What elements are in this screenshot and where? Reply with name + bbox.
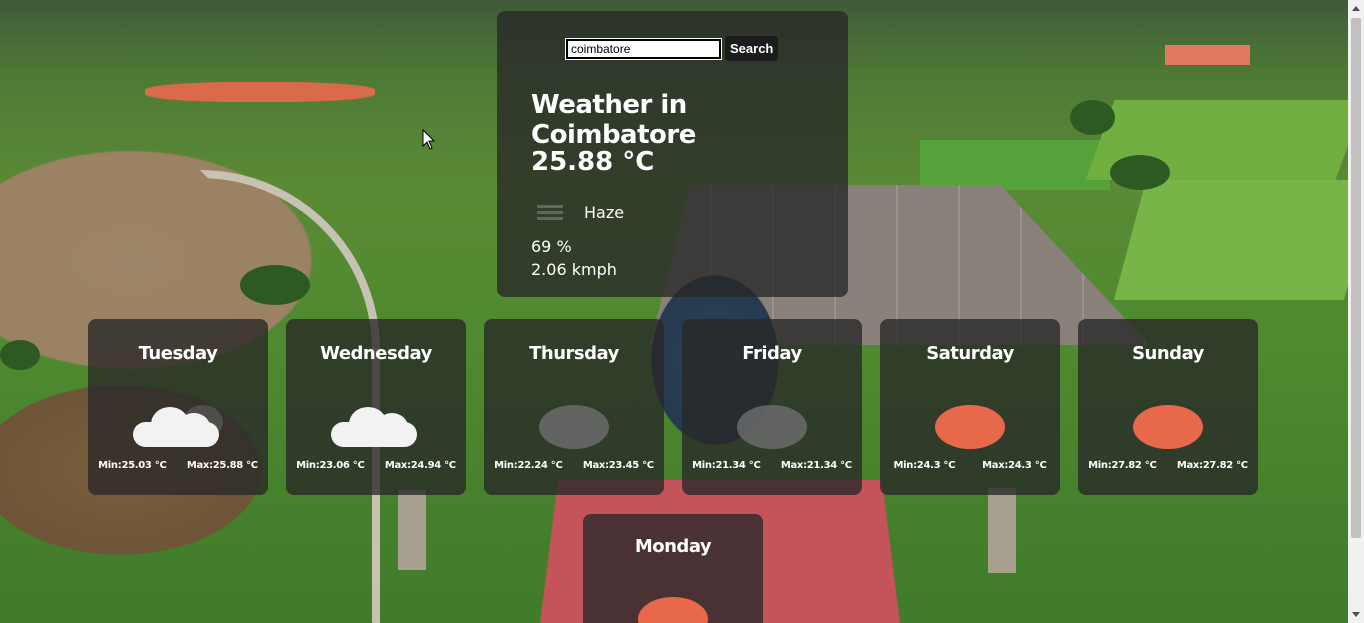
sun-icon [638,597,708,623]
forecast-day-name: Sunday [1132,343,1204,364]
forecast-max-temp: Max:23.45 °C [582,460,654,471]
haze-icon [737,405,807,449]
search-button[interactable]: Search [725,36,779,61]
forecast-day-name: Tuesday [138,343,218,364]
forecast-day-name: Wednesday [320,343,432,364]
condition-row: Haze [531,201,624,223]
cloud-icon [331,407,417,447]
scroll-down-icon[interactable] [1352,612,1360,617]
city-title: Weather in Coimbatore [531,90,696,150]
forecast-card-sunday: Sunday Min:27.82 °C Max:27.82 °C [1078,319,1258,495]
forecast-card-thursday: Thursday Min:22.24 °C Max:23.45 °C [484,319,664,495]
forecast-card-tuesday: Tuesday Min:25.03 °C Max:25.88 °C [88,319,268,495]
forecast-min-temp: Min:22.24 °C [494,460,563,471]
forecast-max-temp: Max:25.88 °C [186,460,258,471]
forecast-min-temp: Min:23.06 °C [296,460,365,471]
sun-icon [935,405,1005,449]
current-weather-card: Search Weather in Coimbatore 25.88 °C Ha… [497,11,848,297]
cloud-icon [133,405,223,447]
forecast-min-temp: Min:21.34 °C [692,460,761,471]
forecast-max-temp: Max:27.82 °C [1176,460,1248,471]
forecast-day-name: Friday [742,343,802,364]
scroll-up-icon[interactable] [1352,6,1360,11]
humidity-value: 69 % [531,237,572,256]
condition-text: Haze [584,202,625,222]
forecast-day-name: Monday [634,536,712,557]
forecast-day-name: Saturday [926,343,1014,364]
forecast-min-temp: Min:25.03 °C [98,460,167,471]
city-search-input[interactable] [565,37,722,60]
forecast-max-temp: Max:21.34 °C [780,460,852,471]
scrollbar-thumb[interactable] [1351,18,1361,538]
current-temperature: 25.88 °C [531,147,655,177]
forecast-card-monday: Monday [583,514,763,623]
forecast-card-saturday: Saturday Min:24.3 °C Max:24.3 °C [880,319,1060,495]
forecast-max-temp: Max:24.94 °C [384,460,456,471]
page-scrollbar[interactable] [1348,0,1364,623]
sun-icon [1133,405,1203,449]
forecast-card-friday: Friday Min:21.34 °C Max:21.34 °C [682,319,862,495]
forecast-max-temp: Max:24.3 °C [982,460,1047,471]
forecast-min-temp: Min:24.3 °C [893,460,956,471]
forecast-day-name: Thursday [529,343,619,364]
forecast-min-temp: Min:27.82 °C [1088,460,1157,471]
forecast-card-wednesday: Wednesday Min:23.06 °C Max:24.94 °C [286,319,466,495]
haze-icon [539,405,609,449]
search-bar: Search [565,36,779,61]
wind-speed-value: 2.06 kmph [531,260,617,279]
haze-icon [531,201,571,223]
mouse-cursor-icon [422,129,436,150]
